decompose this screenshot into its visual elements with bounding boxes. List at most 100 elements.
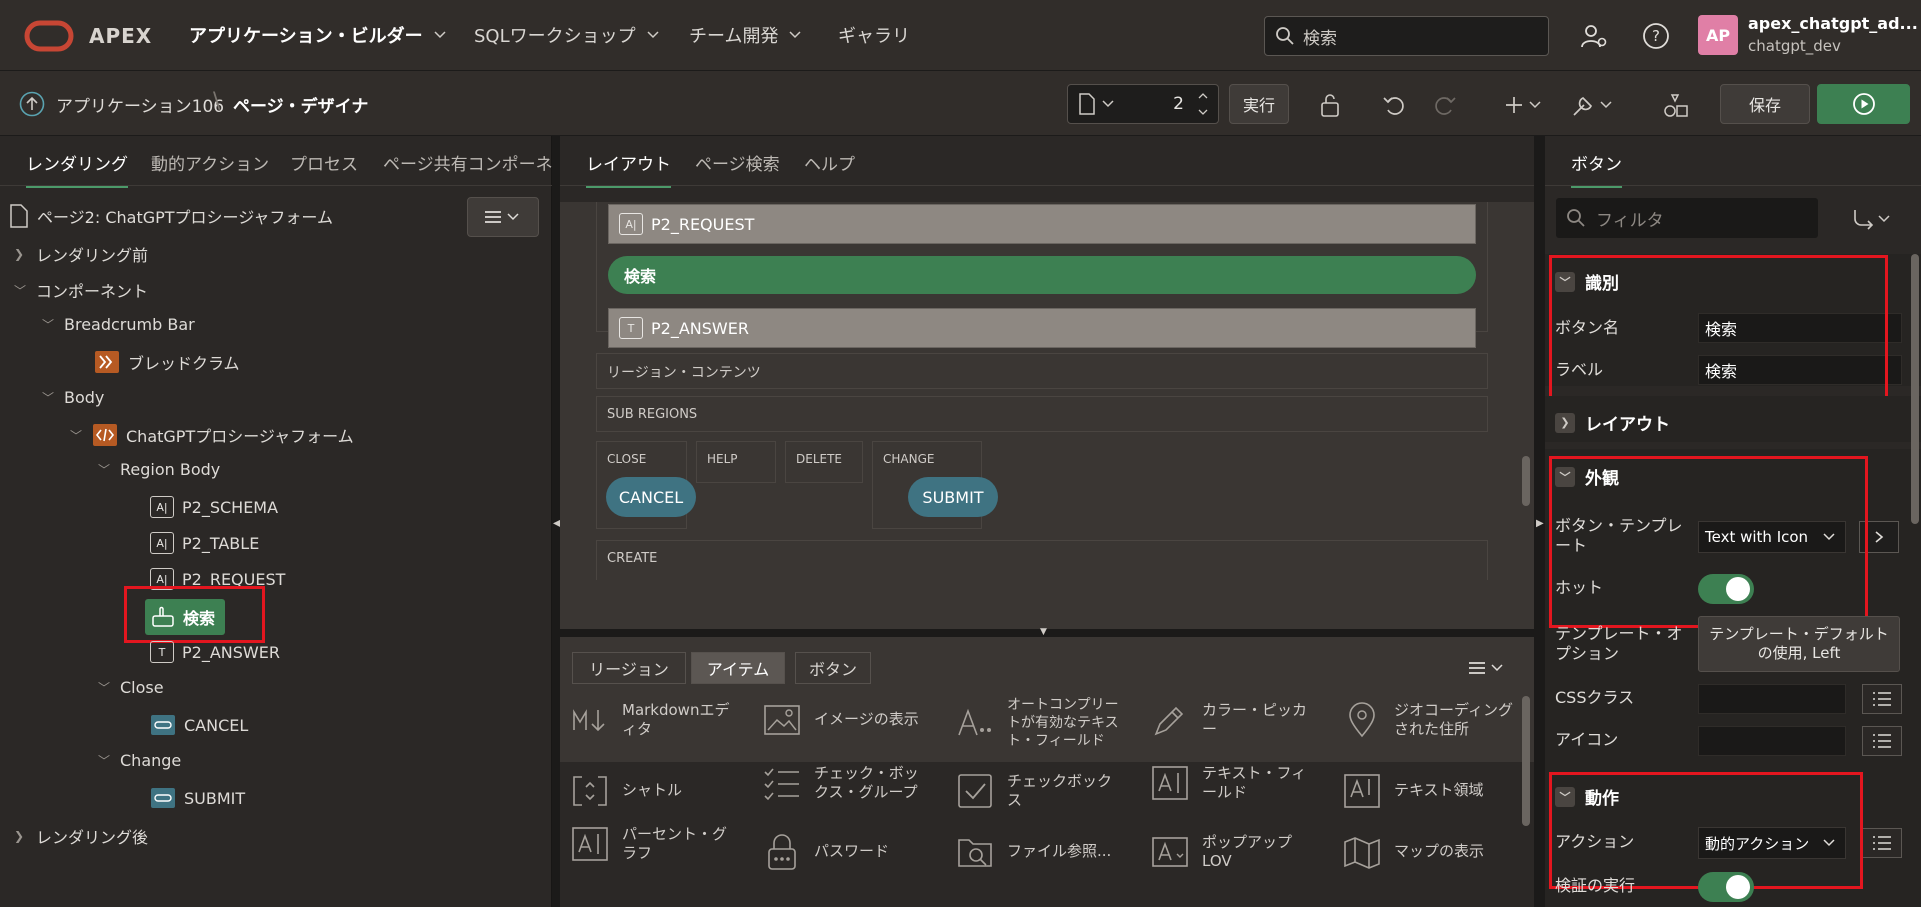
property-filter-input[interactable]: フィルタ: [1556, 198, 1818, 238]
tree-after-rendering[interactable]: ❯ レンダリング後: [14, 824, 148, 848]
collapse-right-icon[interactable]: ▶: [1536, 518, 1544, 529]
template-options-button[interactable]: テンプレート・デフォルトの使用, Left: [1698, 616, 1900, 672]
tree-body[interactable]: ﹀ Body: [42, 388, 104, 407]
shared-components-icon[interactable]: [1662, 91, 1690, 119]
action-list-button[interactable]: [1862, 828, 1902, 858]
tree-button-cancel[interactable]: CANCEL: [150, 714, 248, 736]
canvas-item-p2-request[interactable]: A| P2_REQUEST: [608, 204, 1476, 244]
global-search-input[interactable]: 検索: [1264, 16, 1549, 56]
gallery-tab-regions[interactable]: リージョン: [572, 652, 686, 684]
gallery-item-display-map[interactable]: マップの表示: [1342, 832, 1522, 872]
css-classes-list-button[interactable]: [1862, 684, 1902, 714]
gallery-item-markdown-editor[interactable]: Markdownエディタ: [570, 700, 740, 740]
tab-layout[interactable]: レイアウト: [586, 150, 671, 188]
position-help[interactable]: HELP: [696, 441, 776, 483]
arrow-up-circle-icon[interactable]: [18, 90, 46, 118]
redo-icon[interactable]: [1430, 91, 1458, 119]
canvas-item-p2-answer[interactable]: T P2_ANSWER: [608, 308, 1476, 348]
gallery-item-popup-lov[interactable]: ポップアップLOV: [1150, 832, 1320, 872]
user-name[interactable]: apex_chatgpt_ad...: [1748, 14, 1918, 33]
help-icon[interactable]: ?: [1640, 20, 1672, 52]
horizontal-splitter[interactable]: ▼: [560, 627, 1534, 637]
breadcrumb-icon: [94, 350, 120, 374]
collapse-down-icon[interactable]: ▼: [1040, 627, 1047, 637]
gallery-tab-items[interactable]: アイテム: [691, 652, 785, 684]
undo-icon[interactable]: [1381, 91, 1409, 119]
gallery-item-autocomplete[interactable]: オートコンプリートが有効なテキスト・フィールド: [955, 696, 1125, 751]
tree-change[interactable]: ﹀ Change: [98, 751, 181, 770]
gallery-item-checkbox-group[interactable]: チェック・ボックス・グループ: [762, 763, 932, 803]
page-stepper[interactable]: [1196, 89, 1210, 119]
tree-form-region[interactable]: ﹀ ChatGPTプロシージャフォーム: [70, 423, 354, 447]
nav-gallery[interactable]: ギャラリ: [838, 22, 910, 48]
gallery-item-password[interactable]: パスワード: [762, 832, 932, 872]
sub-regions[interactable]: SUB REGIONS: [596, 396, 1488, 432]
css-classes-field[interactable]: [1698, 684, 1846, 714]
canvas-cancel-button[interactable]: CANCEL: [606, 477, 696, 517]
tab-processes[interactable]: プロセス: [290, 150, 358, 185]
location-pin-icon: [1342, 700, 1382, 740]
brand-label[interactable]: APEX: [89, 24, 152, 48]
tab-rendering[interactable]: レンダリング: [26, 150, 128, 188]
left-splitter[interactable]: ◀: [552, 136, 561, 907]
tree-item-p2-schema[interactable]: A| P2_SCHEMA: [150, 496, 278, 518]
nav-app-builder[interactable]: アプリケーション・ビルダー: [189, 22, 447, 48]
icon-list-button[interactable]: [1862, 726, 1902, 756]
unlock-icon[interactable]: [1316, 91, 1344, 119]
region-contents[interactable]: リージョン・コンテンツ: [596, 353, 1488, 389]
gallery-item-text-field[interactable]: テキスト・フィールド: [1150, 763, 1320, 803]
nav-sql-workshop[interactable]: SQLワークショップ: [474, 22, 660, 48]
gallery-tab-buttons[interactable]: ボタン: [795, 652, 871, 684]
page-number[interactable]: 2: [1173, 94, 1184, 114]
validate-toggle[interactable]: [1698, 872, 1754, 902]
go-to-group-icon[interactable]: [1850, 206, 1894, 232]
gallery-item-percent-graph[interactable]: パーセント・グラフ: [570, 824, 740, 864]
avatar[interactable]: AP: [1698, 15, 1738, 55]
tree-menu-button[interactable]: [467, 197, 539, 237]
position-delete[interactable]: DELETE: [785, 441, 863, 483]
canvas-submit-button[interactable]: SUBMIT: [908, 477, 998, 517]
utilities-wrench-icon[interactable]: [1570, 91, 1616, 119]
gallery-item-color-picker[interactable]: カラー・ピッカー: [1150, 700, 1320, 740]
user-admin-icon[interactable]: [1578, 20, 1610, 52]
tab-shared-components[interactable]: ページ共有コンポーネン: [383, 150, 552, 185]
create-menu-icon[interactable]: [1503, 91, 1545, 119]
tree-item-p2-table[interactable]: A| P2_TABLE: [150, 532, 259, 554]
gallery-menu-icon[interactable]: [1466, 656, 1508, 680]
icon-field[interactable]: [1698, 726, 1846, 756]
gallery-item-display-image[interactable]: イメージの表示: [762, 700, 932, 740]
tree-breadcrumb-bar[interactable]: ﹀ Breadcrumb Bar: [42, 315, 195, 334]
properties-scrollbar[interactable]: [1911, 254, 1919, 524]
tree-button-submit[interactable]: SUBMIT: [150, 787, 245, 809]
tree-page-root[interactable]: ページ2: ChatGPTプロシージャフォーム: [9, 204, 333, 228]
gallery-item-textarea[interactable]: テキスト領域: [1342, 771, 1522, 811]
oracle-logo-icon[interactable]: [24, 20, 74, 52]
tree-close[interactable]: ﹀ Close: [98, 678, 164, 697]
page-selector[interactable]: 2: [1067, 84, 1219, 124]
gallery-item-checkbox[interactable]: チェックボックス: [955, 771, 1125, 811]
tree-components[interactable]: ﹀ コンポーネント: [14, 278, 148, 302]
tab-dynamic-actions[interactable]: 動的アクション: [151, 150, 269, 185]
canvas-scrollbar[interactable]: [1522, 456, 1530, 506]
section-layout-header[interactable]: ❯ レイアウト: [1555, 410, 1670, 435]
gallery-item-geocoded-address[interactable]: ジオコーディングされた住所: [1342, 700, 1522, 740]
canvas-search-button[interactable]: 検索: [608, 256, 1476, 294]
right-splitter[interactable]: ▶: [1534, 136, 1545, 907]
tree-region-body[interactable]: ﹀ Region Body: [98, 460, 220, 479]
position-create[interactable]: CREATE: [596, 540, 1488, 580]
gallery-scrollbar[interactable]: [1522, 696, 1530, 826]
gallery-item-shuttle[interactable]: シャトル: [570, 771, 740, 811]
tab-page-search[interactable]: ページ検索: [695, 150, 780, 185]
tree-item-p2-answer[interactable]: T P2_ANSWER: [150, 641, 280, 663]
tree-before-rendering[interactable]: ❯ レンダリング前: [14, 242, 148, 266]
tab-help[interactable]: ヘルプ: [804, 150, 855, 185]
chevron-down-icon: [788, 28, 802, 42]
run-page-button[interactable]: 実行: [1229, 84, 1289, 124]
gallery-item-file-browse[interactable]: ファイル参照...: [955, 832, 1125, 872]
save-button[interactable]: 保存: [1720, 84, 1810, 124]
save-and-run-button[interactable]: [1817, 84, 1910, 124]
tree-breadcrumb-region[interactable]: ブレッドクラム: [94, 350, 240, 374]
nav-team-development[interactable]: チーム開発: [689, 22, 802, 48]
breadcrumb-app[interactable]: アプリケーション106: [56, 92, 224, 117]
tab-button-properties[interactable]: ボタン: [1571, 150, 1622, 188]
